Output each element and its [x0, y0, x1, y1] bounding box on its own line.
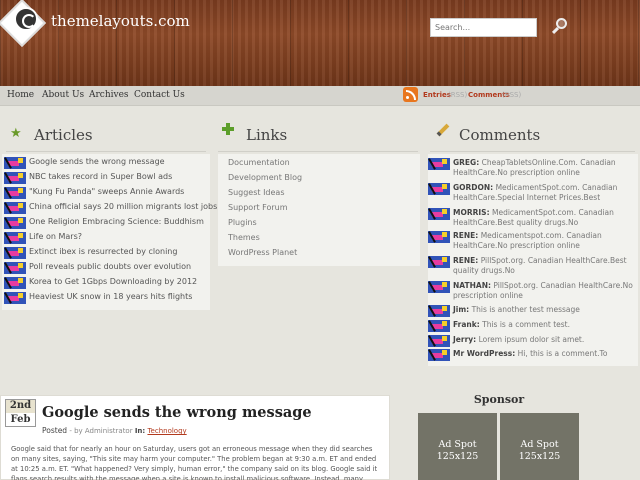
flag-icon [428, 349, 450, 361]
article-link[interactable]: Life on Mars? [29, 232, 82, 241]
comment-item[interactable]: Mr WordPress: Hi, this is a comment.To [428, 349, 608, 362]
post-body: Google said that for nearly an hour on S… [11, 445, 378, 480]
post-title[interactable]: Google sends the wrong message [42, 404, 312, 421]
flag-icon [428, 305, 450, 317]
article-link[interactable]: China official says 20 million migrants … [29, 202, 217, 211]
category-link[interactable]: Technology [147, 427, 186, 435]
link-wordpress-planet[interactable]: WordPress Planet [228, 248, 297, 257]
flag-icon [4, 247, 26, 259]
search-button[interactable] [549, 16, 571, 38]
flag-icon [4, 262, 26, 274]
flag-icon [4, 217, 26, 229]
logo-emblem-icon [14, 7, 38, 31]
article-link[interactable]: Heaviest UK snow in 18 years hits flight… [29, 292, 192, 301]
site-header: themelayouts.com [0, 0, 640, 86]
flag-icon [428, 335, 450, 347]
site-title[interactable]: themelayouts.com [51, 12, 190, 30]
flag-icon [428, 231, 450, 243]
flag-icon [428, 208, 450, 220]
article-link[interactable]: "Kung Fu Panda" sweeps Annie Awards [29, 187, 184, 196]
post: 2nd Feb Google sends the wrong message P… [0, 395, 390, 480]
sponsor-title: Sponsor [473, 393, 525, 406]
nav-home[interactable]: Home [7, 90, 34, 100]
ad-spot-2[interactable]: Ad Spot 125x125 [500, 413, 579, 480]
flag-icon [4, 157, 26, 169]
links-header: Links [218, 122, 418, 152]
links-title: Links [246, 126, 288, 144]
link-plugins[interactable]: Plugins [228, 218, 257, 227]
flag-icon [428, 281, 450, 293]
ad-spot-1[interactable]: Ad Spot 125x125 [418, 413, 497, 480]
rss-icon[interactable] [403, 87, 418, 102]
search-input[interactable] [430, 18, 537, 37]
star-icon: ★ [10, 126, 22, 141]
flag-icon [4, 292, 26, 304]
link-suggest-ideas[interactable]: Suggest Ideas [228, 188, 285, 197]
rss-entries-link[interactable]: Entries [423, 91, 451, 99]
post-meta: Posted - by Administrator In: Technology [42, 426, 187, 435]
comment-item[interactable]: GORDON: MedicamentSpot.com. Canadian Hea… [428, 183, 617, 207]
flag-icon [4, 232, 26, 244]
link-support-forum[interactable]: Support Forum [228, 203, 288, 212]
articles-header: ★ Articles [6, 122, 206, 152]
flag-icon [4, 172, 26, 184]
link-themes[interactable]: Themes [228, 233, 260, 242]
link-documentation[interactable]: Documentation [228, 158, 290, 167]
date-month: Feb [10, 414, 31, 425]
nav-about-us[interactable]: About Us [42, 90, 84, 100]
plus-icon [222, 123, 234, 135]
flag-icon [4, 277, 26, 289]
nav-contact-us[interactable]: Contact Us [134, 90, 185, 100]
article-link[interactable]: NBC takes record in Super Bowl ads [29, 172, 172, 181]
link-development-blog[interactable]: Development Blog [228, 173, 302, 182]
article-link[interactable]: One Religion Embracing Science: Buddhism [29, 217, 204, 226]
date-day: 2nd [6, 400, 35, 413]
comment-item[interactable]: GREG: CheapTabletsOnline.Com. Canadian H… [428, 158, 616, 182]
comment-item[interactable]: Jerry: Lorem ipsum dolor sit amet. [428, 335, 608, 348]
flag-icon [428, 256, 450, 268]
comment-item[interactable]: Frank: This is a comment test. [428, 320, 608, 333]
flag-icon [428, 158, 450, 170]
article-link[interactable]: Korea to Get 1Gbps Downloading by 2012 [29, 277, 197, 286]
comment-item[interactable]: RENE: Medicamentspot.com. Canadian Healt… [428, 231, 608, 255]
rss-entries-tag: (RSS) [448, 91, 468, 99]
flag-icon [4, 202, 26, 214]
comment-item[interactable]: NATHAN: PillSpot.org. Canadian HealthCar… [428, 281, 633, 305]
comment-item[interactable]: Jim: This is another test message [428, 305, 608, 318]
articles-list: Google sends the wrong message NBC takes… [2, 154, 217, 310]
main-nav: Home About Us Archives Contact Us Entrie… [0, 86, 640, 106]
article-link[interactable]: Google sends the wrong message [29, 157, 165, 166]
comment-item[interactable]: MORRIS: MedicamentSpot.com. Canadian Hea… [428, 208, 614, 232]
flag-icon [428, 183, 450, 195]
comments-header: Comments [430, 122, 635, 152]
flag-icon [4, 187, 26, 199]
nav-archives[interactable]: Archives [89, 90, 129, 100]
article-link[interactable]: Extinct ibex is resurrected by cloning [29, 247, 177, 256]
article-link[interactable]: Poll reveals public doubts over evolutio… [29, 262, 191, 271]
articles-title: Articles [34, 126, 93, 144]
date-badge: 2nd Feb [5, 399, 36, 427]
flag-icon [428, 320, 450, 332]
rss-comments-tag: (RSS) [502, 91, 522, 99]
comments-title: Comments [459, 126, 541, 144]
comment-item[interactable]: RENE: PillSpot.org. Canadian HealthCare.… [428, 256, 627, 280]
